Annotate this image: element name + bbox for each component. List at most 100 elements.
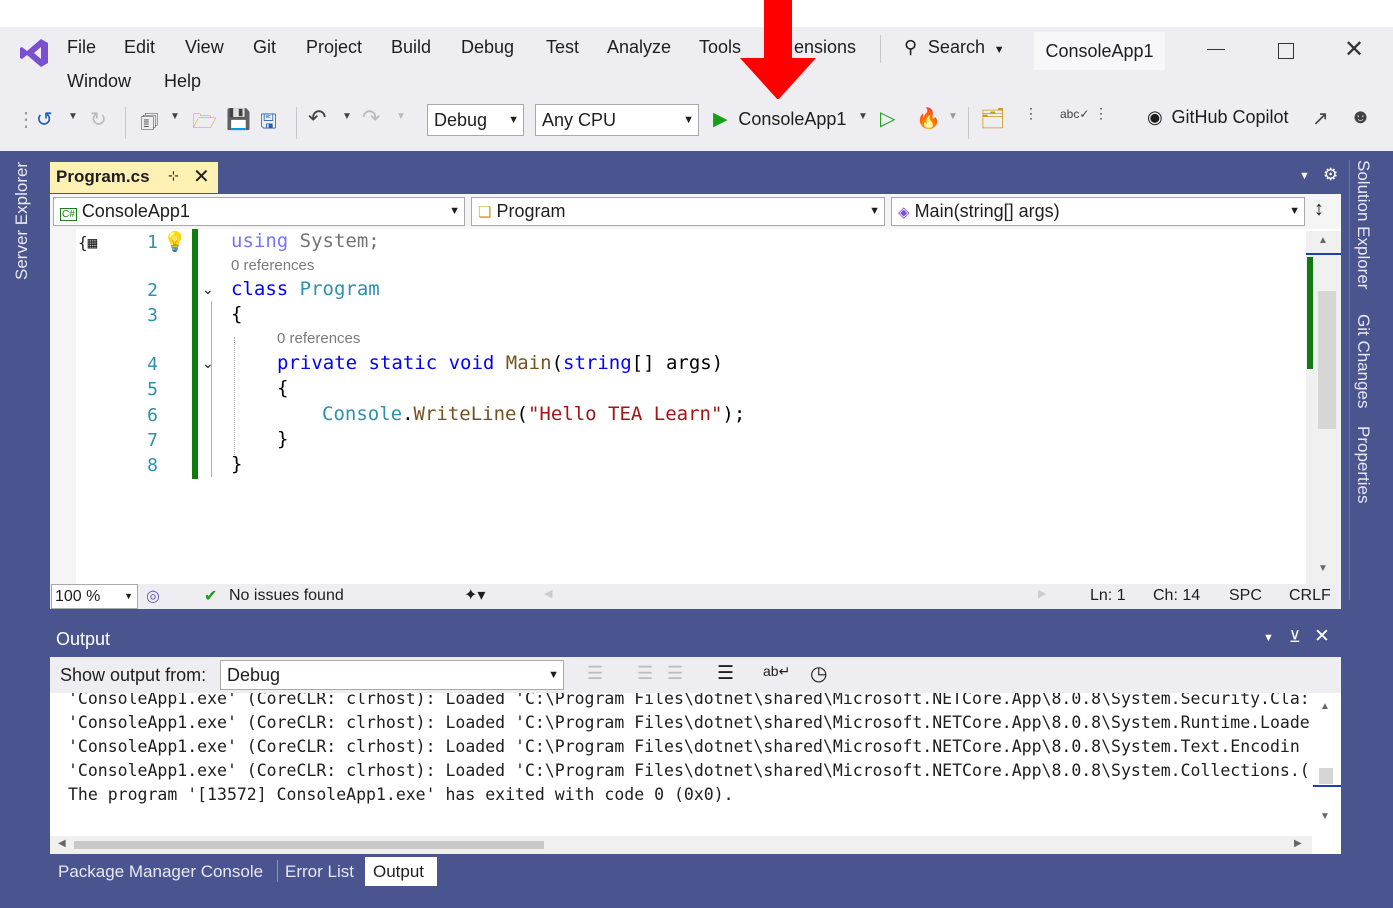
side-tab-properties[interactable]: Properties (1353, 426, 1373, 503)
line-ending-indicator[interactable]: CRLF (1289, 587, 1331, 605)
start-debugging-button[interactable]: ▶ ConsoleApp1 (713, 108, 846, 131)
output-text[interactable]: 'ConsoleApp1.exe' (CoreCLR: clrhost): Lo… (50, 693, 1341, 854)
window-position-icon[interactable]: ▼ (1263, 632, 1274, 644)
menu-analyze[interactable]: Analyze (607, 37, 671, 58)
output-line: The program '[13572] ConsoleApp1.exe' ha… (68, 785, 734, 804)
close-icon[interactable]: ✕ (1344, 35, 1364, 64)
clear-all-icon[interactable]: ☰ (717, 662, 734, 685)
line-indicator[interactable]: Ln: 1 (1090, 587, 1126, 605)
scroll-right-icon: ▶ (1038, 588, 1047, 600)
output-vertical-scrollbar[interactable]: ▲ ▼ (1312, 693, 1341, 854)
issues-status[interactable]: No issues found (229, 587, 344, 605)
code-text: { (231, 303, 243, 325)
collapse-icon[interactable]: ⌄ (202, 281, 214, 298)
menu-test[interactable]: Test (546, 37, 579, 58)
nav-class-select[interactable]: ❏ Program ▼ (471, 197, 885, 226)
vs-logo-icon[interactable] (18, 37, 50, 69)
search-label: Search (927, 37, 985, 57)
chevron-down-icon[interactable]: ▼ (342, 111, 352, 122)
side-tab-solution-explorer[interactable]: Solution Explorer (1353, 160, 1373, 289)
code-cleanup-icon[interactable]: ✦▾ (464, 585, 485, 605)
close-tab-icon[interactable]: ✕ (193, 164, 210, 189)
type-name: Console (322, 403, 403, 425)
chevron-down-icon: ▼ (683, 114, 694, 126)
tab-output[interactable]: Output (365, 857, 437, 886)
scroll-down-icon[interactable]: ▼ (1318, 563, 1328, 574)
chevron-down-icon[interactable]: ▼ (170, 111, 180, 122)
red-arrow-annotation (740, 0, 816, 100)
nav-project-select[interactable]: C# ConsoleApp1 ▼ (53, 197, 465, 226)
gear-icon[interactable]: ⚙ (1323, 165, 1338, 185)
spell-check-icon[interactable]: abc✓ (1060, 107, 1089, 121)
share-icon[interactable]: ↗ (1312, 106, 1329, 131)
save-icon[interactable]: 💾 (226, 107, 251, 132)
tab-list-dropdown-icon[interactable]: ▼ (1299, 170, 1310, 182)
scroll-up-icon[interactable]: ▲ (1318, 235, 1328, 246)
save-all-icon[interactable]: 🖫 (260, 107, 277, 141)
overflow-icon[interactable]: ⋮ (1094, 105, 1108, 122)
github-copilot-button[interactable]: ◉ GitHub Copilot (1147, 107, 1289, 128)
chevron-down-icon: ▼ (508, 114, 519, 126)
quick-actions-icon[interactable]: {▦ (78, 233, 97, 252)
output-source-select[interactable]: Debug ▼ (220, 660, 564, 690)
tab-program-cs[interactable]: Program.cs ⊹ ✕ (50, 162, 218, 193)
overflow-icon[interactable]: ⋮ (1024, 105, 1038, 122)
whitespace-indicator[interactable]: SPC (1229, 587, 1262, 605)
menu-help[interactable]: Help (164, 71, 201, 92)
menu-build[interactable]: Build (391, 37, 431, 58)
new-project-icon[interactable]: 🗊 (140, 107, 159, 141)
search-box[interactable]: ⚲ Search ▼ (904, 37, 1005, 58)
output-toolbar: Show output from: Debug ▼ ☰ ☰ ☰ ☰ ab↵ ◷ (50, 657, 1341, 693)
lightbulb-icon[interactable]: 💡 (163, 230, 187, 254)
zoom-select[interactable]: 100 % ▼ (51, 584, 138, 609)
menu-file[interactable]: File (67, 37, 96, 58)
menu-project[interactable]: Project (306, 37, 362, 58)
side-tab-server-explorer[interactable]: Server Explorer (12, 160, 32, 280)
back-icon[interactable]: ↺ (36, 107, 53, 132)
scroll-thumb[interactable] (1318, 291, 1336, 429)
minimize-icon[interactable] (1207, 49, 1225, 50)
feedback-icon[interactable]: ☻ (1350, 106, 1371, 129)
menu-tools[interactable]: Tools (699, 37, 741, 58)
scroll-thumb[interactable] (1319, 768, 1333, 784)
undo-icon[interactable]: ↶ (308, 105, 326, 131)
split-editor-icon[interactable]: ↕ (1314, 198, 1324, 221)
chevron-down-icon[interactable]: ▼ (68, 111, 78, 122)
platform-select[interactable]: Any CPU ▼ (535, 104, 699, 136)
pin-icon[interactable]: ⊻ (1289, 627, 1301, 647)
scroll-up-icon[interactable]: ▲ (1320, 701, 1330, 712)
scroll-right-icon[interactable]: ▶ (1294, 838, 1302, 849)
line-number: 1 (147, 232, 158, 253)
tab-error-list[interactable]: Error List (278, 857, 362, 886)
menu-window[interactable]: Window (67, 71, 131, 92)
clock-icon[interactable]: ◷ (810, 661, 827, 686)
vertical-scrollbar[interactable]: ▲ ▼ (1306, 231, 1341, 584)
open-folder-icon[interactable]: 🗁 (192, 107, 217, 141)
maximize-icon[interactable] (1278, 43, 1294, 59)
scroll-left-icon[interactable]: ◀ (58, 838, 66, 849)
configuration-select[interactable]: Debug ▼ (427, 104, 524, 136)
scroll-down-icon[interactable]: ▼ (1320, 811, 1330, 822)
codelens-references[interactable]: 0 references (231, 257, 314, 274)
codelens-references[interactable]: 0 references (277, 330, 360, 347)
nav-member-select[interactable]: ◈ Main(string[] args) ▼ (891, 197, 1305, 226)
column-indicator[interactable]: Ch: 14 (1153, 587, 1200, 605)
browse-folder-icon[interactable]: 🗂 (980, 106, 1005, 131)
output-horizontal-scrollbar[interactable]: ◀ ▶ (50, 836, 1312, 854)
code-text: } (277, 428, 289, 450)
menu-debug[interactable]: Debug (461, 37, 514, 58)
tab-package-manager-console[interactable]: Package Manager Console (50, 857, 274, 886)
chevron-down-icon[interactable]: ▼ (858, 111, 868, 122)
menu-git[interactable]: Git (253, 37, 276, 58)
menu-view[interactable]: View (185, 37, 224, 58)
menu-edit[interactable]: Edit (124, 37, 155, 58)
project-badge[interactable]: ConsoleApp1 (1034, 32, 1165, 70)
close-icon[interactable]: ✕ (1314, 625, 1330, 648)
intellicode-icon[interactable]: ◎ (146, 586, 160, 606)
scroll-thumb[interactable] (74, 841, 544, 849)
code-editor[interactable]: {▦ 1 💡 2 3 4 5 6 7 8 ⌄ ⌄ using System; 0… (50, 229, 1341, 584)
side-tab-git-changes[interactable]: Git Changes (1353, 314, 1373, 409)
start-without-debugging-icon[interactable]: ▷ (880, 106, 895, 131)
word-wrap-icon[interactable]: ab↵ (763, 663, 790, 680)
pin-icon[interactable]: ⊹ (168, 168, 179, 184)
